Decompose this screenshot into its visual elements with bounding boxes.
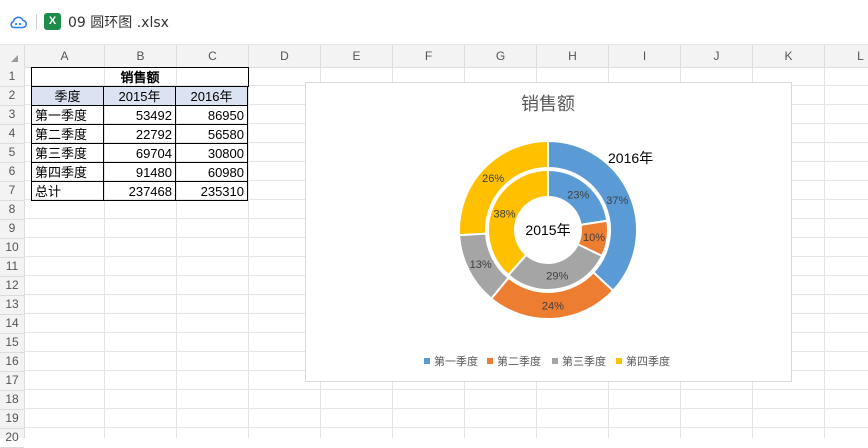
table-data-cell[interactable]: 60980 [175, 162, 248, 182]
table-data-cell[interactable]: 237468 [103, 181, 176, 201]
excel-file-icon: X [44, 13, 61, 30]
legend-swatch-q2 [487, 358, 493, 364]
table-data-cell[interactable]: 91480 [103, 162, 176, 182]
toolbar-separator [36, 14, 37, 30]
column-header-k[interactable]: K [753, 45, 825, 67]
table-data-cell[interactable]: 235310 [175, 181, 248, 201]
chart-data-label: 37% [606, 195, 628, 207]
column-header-f[interactable]: F [393, 45, 465, 67]
chart-data-label: 26% [482, 173, 504, 185]
row-header-5[interactable]: 5 [0, 143, 24, 163]
table-data-cell[interactable]: 第四季度 [31, 162, 104, 182]
table-header-cell[interactable]: 2016年 [175, 86, 248, 106]
column-header-bar: ABCDEFGHIJKL [0, 45, 868, 68]
legend-label-q3: 第三季度 [562, 354, 606, 368]
legend-label-q2: 第二季度 [497, 354, 541, 368]
file-name[interactable]: 09 圆环图 .xlsx [68, 12, 169, 32]
row-header-16[interactable]: 16 [0, 352, 24, 372]
row-header-bar: 1 2 3 4 5 6 7 8 9 10 11 12 13 14 15 16 17 18 19 20 [0, 67, 25, 448]
grid-row-line [25, 408, 868, 409]
column-header-a[interactable]: A [25, 45, 105, 67]
legend-label-q4: 第四季度 [626, 354, 670, 368]
row-header-13[interactable]: 13 [0, 295, 24, 315]
table-data-cell[interactable]: 53492 [103, 105, 176, 125]
table-data-cell[interactable]: 22792 [103, 124, 176, 144]
column-header-l[interactable]: L [825, 45, 868, 67]
row-header-12[interactable]: 12 [0, 276, 24, 296]
column-header-j[interactable]: J [681, 45, 753, 67]
row-header-17[interactable]: 17 [0, 371, 24, 391]
table-header-cell[interactable]: 季度 [31, 86, 104, 106]
chart-data-label: 10% [583, 232, 605, 244]
legend-swatch-q1 [424, 358, 430, 364]
grid-row-line [25, 427, 868, 428]
legend-swatch-q3 [552, 358, 558, 364]
row-header-3[interactable]: 3 [0, 105, 24, 125]
table-data-cell[interactable]: 第三季度 [31, 143, 104, 163]
chart-center-label: 2015年 [525, 222, 570, 238]
chart-data-label: 23% [567, 190, 589, 202]
table-data-cell[interactable]: 总计 [31, 181, 104, 201]
column-header-i[interactable]: I [609, 45, 681, 67]
row-header-11[interactable]: 11 [0, 257, 24, 277]
chart-canvas: 销售额 23% 10% 29% 38% 37% 24% 13% 26% 2015年 2016年第一季… [424, 94, 670, 368]
chart-data-label: 38% [493, 209, 515, 221]
table-data-cell[interactable]: 第一季度 [31, 105, 104, 125]
row-header-15[interactable]: 15 [0, 333, 24, 353]
table-data-cell[interactable]: 69704 [103, 143, 176, 163]
chart-data-label: 29% [546, 271, 568, 283]
row-header-20[interactable]: 20 [0, 428, 24, 448]
grid-row-line [25, 389, 868, 390]
row-header-4[interactable]: 4 [0, 124, 24, 144]
title-bar: X 09 圆环图 .xlsx [0, 0, 868, 45]
row-header-9[interactable]: 9 [0, 219, 24, 239]
column-header-d[interactable]: D [249, 45, 321, 67]
chart-outer-label: 2016年 [608, 150, 653, 166]
cloud-sync-icon[interactable] [8, 12, 28, 32]
chart-title: 销售额 [521, 94, 575, 114]
legend-label-q1: 第一季度 [434, 354, 478, 368]
column-header-g[interactable]: G [465, 45, 537, 67]
row-header-18[interactable]: 18 [0, 390, 24, 410]
select-all-corner[interactable] [0, 45, 25, 67]
table-data-cell[interactable]: 30800 [175, 143, 248, 163]
row-header-6[interactable]: 6 [0, 162, 24, 182]
column-header-h[interactable]: H [537, 45, 609, 67]
legend-swatch-q4 [616, 358, 622, 364]
chart-data-label: 13% [470, 259, 492, 271]
column-header-b[interactable]: B [105, 45, 177, 67]
doughnut-chart[interactable]: 销售额 23% 10% 29% 38% 37% 24% 13% 26% 2015年 2016年第一季… [305, 82, 792, 382]
row-header-14[interactable]: 14 [0, 314, 24, 334]
table-data-cell[interactable]: 第二季度 [31, 124, 104, 144]
table-data-cell[interactable]: 86950 [175, 105, 248, 125]
column-header-e[interactable]: E [321, 45, 393, 67]
row-header-1[interactable]: 1 [0, 67, 24, 87]
row-header-10[interactable]: 10 [0, 238, 24, 258]
table-data-cell[interactable]: 56580 [175, 124, 248, 144]
row-header-7[interactable]: 7 [0, 181, 24, 201]
row-header-19[interactable]: 19 [0, 409, 24, 429]
table-title-cell[interactable]: 销售额 [31, 67, 249, 87]
column-header-c[interactable]: C [177, 45, 249, 67]
row-header-8[interactable]: 8 [0, 200, 24, 220]
row-header-2[interactable]: 2 [0, 86, 24, 106]
table-header-cell[interactable]: 2015年 [103, 86, 176, 106]
select-all-triangle-icon [11, 55, 18, 62]
chart-data-label: 24% [542, 300, 564, 312]
